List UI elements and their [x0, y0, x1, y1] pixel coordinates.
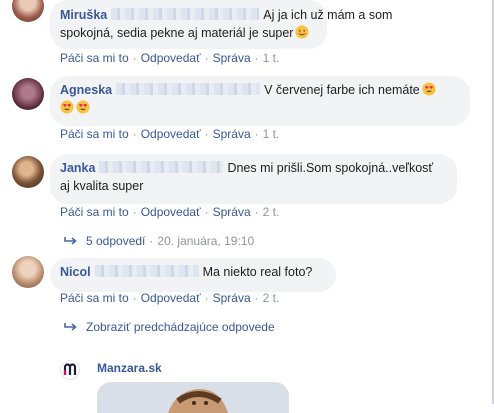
blurred-name: [111, 8, 260, 20]
heart-eyes-icon: [76, 100, 90, 114]
heart-eyes-icon: [60, 100, 74, 114]
comment-actions: Páči sa mi to · Odpovedať · Správa · 1 t.: [60, 51, 279, 65]
message-link[interactable]: Správa: [213, 127, 251, 141]
smiling-face-icon: [295, 25, 310, 39]
timestamp[interactable]: 2 t.: [263, 205, 280, 219]
separator: ·: [204, 127, 209, 141]
view-previous-replies-link[interactable]: Zobraziť predchádzajúce odpovede: [64, 320, 275, 334]
message-link[interactable]: Správa: [213, 51, 251, 65]
reply-link[interactable]: Odpovedať: [141, 291, 201, 305]
comment-author[interactable]: Nicol: [60, 265, 91, 279]
separator: ·: [204, 51, 209, 65]
avatar[interactable]: [12, 156, 44, 188]
reply-arrow-icon: [64, 323, 77, 331]
comment-author[interactable]: Miruška: [60, 8, 107, 22]
separator: ·: [132, 51, 137, 65]
reply-arrow-icon: [64, 237, 77, 245]
avatar[interactable]: [12, 0, 44, 22]
manzara-logo-icon[interactable]: [60, 360, 80, 380]
comment-text: V červenej farbe ich nemáte: [264, 83, 420, 97]
avatar[interactable]: [12, 256, 44, 288]
page-name-link[interactable]: Manzara.sk: [97, 361, 162, 375]
separator: ·: [132, 291, 137, 305]
like-link[interactable]: Páči sa mi to: [60, 51, 129, 65]
heart-eyes-icon: [422, 82, 436, 96]
comment-text: spokojná, sedia pekne aj materiál je sup…: [60, 26, 294, 40]
message-link[interactable]: Správa: [213, 291, 251, 305]
blurred-name: [94, 265, 199, 277]
media-image: [98, 383, 288, 413]
comment-text: Ma niekto real foto?: [202, 265, 313, 279]
reply-link[interactable]: Odpovedať: [141, 205, 201, 219]
timestamp[interactable]: 2 t.: [263, 291, 280, 305]
comment-text: Dnes mi prišli.Som spokojná..veľkosť: [227, 161, 434, 175]
comment-bubble: Miruška Aj ja ich už mám a som spokojná, …: [50, 0, 392, 49]
separator: ·: [132, 127, 137, 141]
comment-author[interactable]: Janka: [60, 161, 95, 175]
timestamp[interactable]: 1 t.: [263, 127, 280, 141]
replies-date: 20. januára, 19:10: [157, 234, 255, 248]
like-link[interactable]: Páči sa mi to: [60, 127, 129, 141]
comment-bubble: Agneska V červenej farbe ich nemáte: [50, 76, 470, 126]
separator: ·: [254, 291, 259, 305]
separator: ·: [132, 205, 137, 219]
comment-bubble: Janka Dnes mi prišli.Som spokojná..veľkos…: [50, 154, 457, 204]
avatar[interactable]: [12, 78, 44, 110]
separator: ·: [149, 234, 154, 248]
comment-text: aj kvalita super: [60, 179, 144, 193]
previous-replies-label[interactable]: Zobraziť predchádzajúce odpovede: [86, 320, 275, 334]
reply-link[interactable]: Odpovedať: [141, 127, 201, 141]
replies-count[interactable]: 5 odpovedí: [86, 234, 145, 248]
comment-actions: Páči sa mi to · Odpovedať · Správa · 1 t.: [60, 127, 279, 141]
separator: ·: [254, 205, 259, 219]
separator: ·: [254, 127, 259, 141]
blurred-name: [116, 83, 261, 95]
comment-bubble: Nicol Ma niekto real foto?: [50, 258, 336, 292]
separator: ·: [204, 291, 209, 305]
view-replies-link[interactable]: 5 odpovedí · 20. januára, 19:10: [64, 234, 254, 248]
timestamp[interactable]: 1 t.: [263, 51, 280, 65]
blurred-name: [99, 161, 224, 173]
comment-author[interactable]: Agneska: [60, 83, 112, 97]
message-link[interactable]: Správa: [213, 205, 251, 219]
like-link[interactable]: Páči sa mi to: [60, 291, 129, 305]
like-link[interactable]: Páči sa mi to: [60, 205, 129, 219]
separator: ·: [204, 205, 209, 219]
comment-actions: Páči sa mi to · Odpovedať · Správa · 2 t.: [60, 291, 279, 305]
comment-actions: Páči sa mi to · Odpovedať · Správa · 2 t.: [60, 205, 279, 219]
reply-link[interactable]: Odpovedať: [141, 51, 201, 65]
shared-media-preview[interactable]: [97, 382, 289, 413]
separator: ·: [254, 51, 259, 65]
comment-text: Aj ja ich už mám a som: [263, 8, 393, 22]
